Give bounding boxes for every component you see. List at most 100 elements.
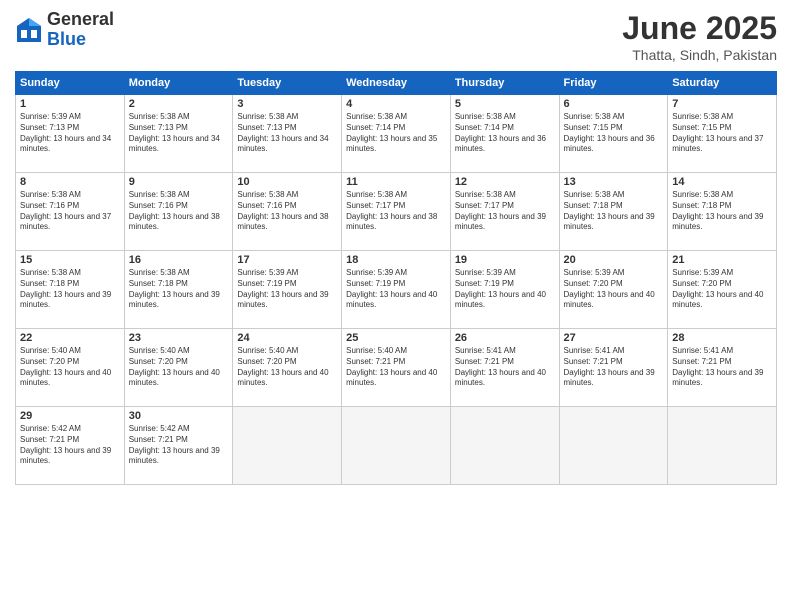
day-number: 13 [564,176,664,188]
day-info: Sunrise: 5:40 AMSunset: 7:20 PMDaylight:… [20,346,120,389]
day-info: Sunrise: 5:41 AMSunset: 7:21 PMDaylight:… [564,346,664,389]
calendar-cell: 23 Sunrise: 5:40 AMSunset: 7:20 PMDaylig… [124,329,233,407]
day-number: 23 [129,332,229,344]
day-info: Sunrise: 5:38 AMSunset: 7:14 PMDaylight:… [346,112,446,155]
day-number: 29 [20,410,120,422]
day-info: Sunrise: 5:38 AMSunset: 7:16 PMDaylight:… [20,190,120,233]
calendar-cell [233,407,342,485]
day-number: 14 [672,176,772,188]
header-cell-friday: Friday [559,72,668,95]
day-number: 1 [20,98,120,110]
calendar-cell: 13 Sunrise: 5:38 AMSunset: 7:18 PMDaylig… [559,173,668,251]
day-number: 17 [237,254,337,266]
calendar-cell: 6 Sunrise: 5:38 AMSunset: 7:15 PMDayligh… [559,95,668,173]
day-info: Sunrise: 5:40 AMSunset: 7:21 PMDaylight:… [346,346,446,389]
header-cell-monday: Monday [124,72,233,95]
logo-text: General Blue [47,10,114,50]
day-info: Sunrise: 5:42 AMSunset: 7:21 PMDaylight:… [129,424,229,467]
calendar-cell: 28 Sunrise: 5:41 AMSunset: 7:21 PMDaylig… [668,329,777,407]
day-info: Sunrise: 5:39 AMSunset: 7:20 PMDaylight:… [564,268,664,311]
day-info: Sunrise: 5:39 AMSunset: 7:19 PMDaylight:… [455,268,555,311]
day-info: Sunrise: 5:42 AMSunset: 7:21 PMDaylight:… [20,424,120,467]
day-number: 7 [672,98,772,110]
calendar-cell: 29 Sunrise: 5:42 AMSunset: 7:21 PMDaylig… [16,407,125,485]
calendar-cell [668,407,777,485]
calendar-cell: 7 Sunrise: 5:38 AMSunset: 7:15 PMDayligh… [668,95,777,173]
calendar-row-3: 22 Sunrise: 5:40 AMSunset: 7:20 PMDaylig… [16,329,777,407]
logo-icon [15,16,43,44]
calendar-cell: 3 Sunrise: 5:38 AMSunset: 7:13 PMDayligh… [233,95,342,173]
header-cell-thursday: Thursday [450,72,559,95]
calendar-cell: 21 Sunrise: 5:39 AMSunset: 7:20 PMDaylig… [668,251,777,329]
day-info: Sunrise: 5:41 AMSunset: 7:21 PMDaylight:… [455,346,555,389]
day-info: Sunrise: 5:39 AMSunset: 7:13 PMDaylight:… [20,112,120,155]
calendar-cell: 19 Sunrise: 5:39 AMSunset: 7:19 PMDaylig… [450,251,559,329]
day-number: 18 [346,254,446,266]
day-info: Sunrise: 5:38 AMSunset: 7:15 PMDaylight:… [564,112,664,155]
day-info: Sunrise: 5:38 AMSunset: 7:18 PMDaylight:… [20,268,120,311]
day-info: Sunrise: 5:38 AMSunset: 7:16 PMDaylight:… [237,190,337,233]
calendar-cell: 5 Sunrise: 5:38 AMSunset: 7:14 PMDayligh… [450,95,559,173]
day-info: Sunrise: 5:40 AMSunset: 7:20 PMDaylight:… [237,346,337,389]
day-number: 9 [129,176,229,188]
calendar-cell: 16 Sunrise: 5:38 AMSunset: 7:18 PMDaylig… [124,251,233,329]
header-cell-tuesday: Tuesday [233,72,342,95]
day-number: 15 [20,254,120,266]
day-info: Sunrise: 5:38 AMSunset: 7:13 PMDaylight:… [237,112,337,155]
day-info: Sunrise: 5:41 AMSunset: 7:21 PMDaylight:… [672,346,772,389]
day-info: Sunrise: 5:38 AMSunset: 7:17 PMDaylight:… [455,190,555,233]
calendar-cell: 12 Sunrise: 5:38 AMSunset: 7:17 PMDaylig… [450,173,559,251]
calendar-cell: 1 Sunrise: 5:39 AMSunset: 7:13 PMDayligh… [16,95,125,173]
calendar-cell [450,407,559,485]
calendar-subtitle: Thatta, Sindh, Pakistan [622,47,777,63]
title-block: June 2025 Thatta, Sindh, Pakistan [622,10,777,63]
calendar-row-4: 29 Sunrise: 5:42 AMSunset: 7:21 PMDaylig… [16,407,777,485]
calendar-cell: 27 Sunrise: 5:41 AMSunset: 7:21 PMDaylig… [559,329,668,407]
day-number: 22 [20,332,120,344]
calendar-cell: 22 Sunrise: 5:40 AMSunset: 7:20 PMDaylig… [16,329,125,407]
calendar-cell: 2 Sunrise: 5:38 AMSunset: 7:13 PMDayligh… [124,95,233,173]
calendar-row-0: 1 Sunrise: 5:39 AMSunset: 7:13 PMDayligh… [16,95,777,173]
calendar-cell: 26 Sunrise: 5:41 AMSunset: 7:21 PMDaylig… [450,329,559,407]
logo: General Blue [15,10,114,50]
day-info: Sunrise: 5:38 AMSunset: 7:18 PMDaylight:… [129,268,229,311]
header-row: SundayMondayTuesdayWednesdayThursdayFrid… [16,72,777,95]
day-number: 19 [455,254,555,266]
day-number: 30 [129,410,229,422]
day-number: 10 [237,176,337,188]
calendar-row-2: 15 Sunrise: 5:38 AMSunset: 7:18 PMDaylig… [16,251,777,329]
day-number: 4 [346,98,446,110]
day-number: 27 [564,332,664,344]
calendar-title: June 2025 [622,10,777,47]
calendar-cell: 14 Sunrise: 5:38 AMSunset: 7:18 PMDaylig… [668,173,777,251]
calendar-header: SundayMondayTuesdayWednesdayThursdayFrid… [16,72,777,95]
day-number: 20 [564,254,664,266]
calendar-cell [559,407,668,485]
header-cell-sunday: Sunday [16,72,125,95]
calendar-cell: 4 Sunrise: 5:38 AMSunset: 7:14 PMDayligh… [342,95,451,173]
calendar-cell: 25 Sunrise: 5:40 AMSunset: 7:21 PMDaylig… [342,329,451,407]
day-info: Sunrise: 5:39 AMSunset: 7:20 PMDaylight:… [672,268,772,311]
day-info: Sunrise: 5:39 AMSunset: 7:19 PMDaylight:… [237,268,337,311]
day-info: Sunrise: 5:38 AMSunset: 7:17 PMDaylight:… [346,190,446,233]
calendar-cell [342,407,451,485]
day-info: Sunrise: 5:38 AMSunset: 7:14 PMDaylight:… [455,112,555,155]
header: General Blue June 2025 Thatta, Sindh, Pa… [15,10,777,63]
calendar-cell: 10 Sunrise: 5:38 AMSunset: 7:16 PMDaylig… [233,173,342,251]
day-number: 25 [346,332,446,344]
day-number: 16 [129,254,229,266]
calendar-cell: 20 Sunrise: 5:39 AMSunset: 7:20 PMDaylig… [559,251,668,329]
day-number: 5 [455,98,555,110]
calendar-cell: 24 Sunrise: 5:40 AMSunset: 7:20 PMDaylig… [233,329,342,407]
day-number: 11 [346,176,446,188]
day-number: 3 [237,98,337,110]
logo-blue-text: Blue [47,30,114,50]
day-number: 26 [455,332,555,344]
calendar-cell: 8 Sunrise: 5:38 AMSunset: 7:16 PMDayligh… [16,173,125,251]
page: General Blue June 2025 Thatta, Sindh, Pa… [0,0,792,612]
calendar-cell: 9 Sunrise: 5:38 AMSunset: 7:16 PMDayligh… [124,173,233,251]
day-info: Sunrise: 5:38 AMSunset: 7:16 PMDaylight:… [129,190,229,233]
calendar-cell: 17 Sunrise: 5:39 AMSunset: 7:19 PMDaylig… [233,251,342,329]
calendar-cell: 11 Sunrise: 5:38 AMSunset: 7:17 PMDaylig… [342,173,451,251]
day-number: 2 [129,98,229,110]
